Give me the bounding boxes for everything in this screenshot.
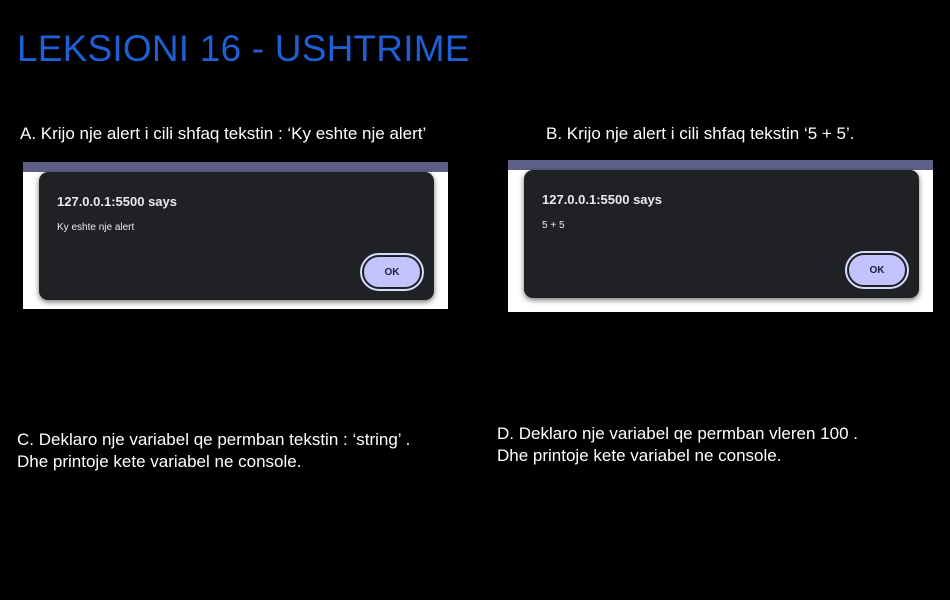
task-c-line2: Dhe printoje kete variabel ne console. [17,452,302,471]
ok-button[interactable]: OK [845,251,909,289]
browser-bar [23,162,448,172]
alert-origin: 127.0.0.1:5500 says [57,194,177,209]
alert-message: 5 + 5 [542,220,565,231]
task-d-line1: D. Deklaro nje variabel qe permban vlere… [497,424,858,443]
task-a-text: A. Krijo nje alert i cili shfaq tekstin … [20,124,427,143]
alert-dialog: 127.0.0.1:5500 says Ky eshte nje alert O… [39,172,434,300]
task-c-line1: C. Deklaro nje variabel qe permban tekst… [17,430,411,449]
alert-dialog: 127.0.0.1:5500 says 5 + 5 OK [524,170,919,298]
alert-screenshot-b: 127.0.0.1:5500 says 5 + 5 OK [508,160,933,312]
task-d-line2: Dhe printoje kete variabel ne console. [497,446,782,465]
alert-screenshot-a: 127.0.0.1:5500 says Ky eshte nje alert O… [23,162,448,309]
task-d-text: D. Deklaro nje variabel qe permban vlere… [497,423,858,467]
alert-message: Ky eshte nje alert [57,222,135,233]
alert-origin: 127.0.0.1:5500 says [542,192,662,207]
ok-button[interactable]: OK [360,253,424,291]
slide-title: LEKSIONI 16 - USHTRIME [17,28,470,69]
task-c-text: C. Deklaro nje variabel qe permban tekst… [17,429,410,473]
browser-bar [508,160,933,170]
task-b-text: B. Krijo nje alert i cili shfaq tekstin … [546,124,855,143]
